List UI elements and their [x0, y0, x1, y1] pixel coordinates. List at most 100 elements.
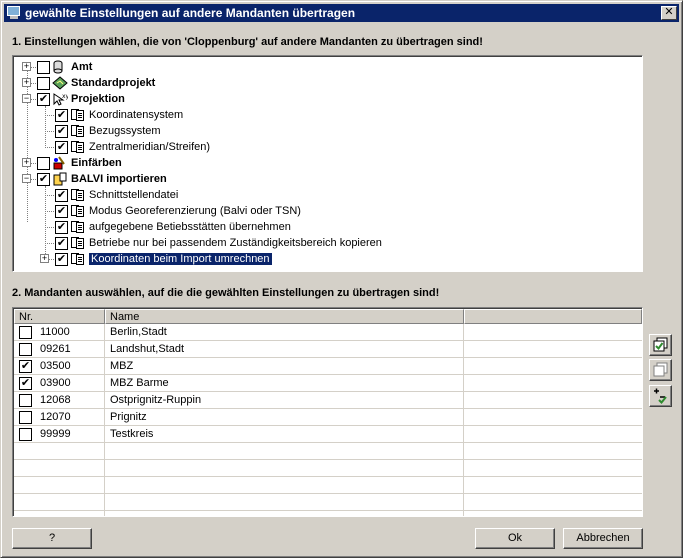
- cell-nr: [14, 476, 105, 494]
- table-row-empty: [14, 459, 642, 477]
- expand-icon[interactable]: +: [40, 254, 49, 263]
- cell-name: [105, 493, 464, 511]
- tree-item-checkbox[interactable]: ✔: [55, 140, 68, 154]
- row-checkbox[interactable]: [19, 342, 32, 356]
- tree-item[interactable]: ✔ BALVI importieren: [37, 171, 167, 187]
- tree-item[interactable]: ✔ Modus Georeferenzierung (Balvi oder TSN…: [55, 203, 301, 219]
- tree-item[interactable]: ✔ xy Projektion: [37, 91, 125, 107]
- tree-item-checkbox[interactable]: ✔: [55, 204, 68, 218]
- tree-item[interactable]: ✔ aufgegebene Betiebsstätten übernehmen: [55, 219, 291, 235]
- table-row-empty: [14, 476, 642, 494]
- cell-nr: 12068: [14, 391, 105, 409]
- expand-icon[interactable]: +: [22, 78, 31, 87]
- help-button[interactable]: ?: [12, 528, 92, 549]
- tree-item-checkbox[interactable]: ✔: [55, 108, 68, 122]
- projection-icon: xy: [52, 92, 70, 106]
- grid-header: Nr. Name: [14, 309, 642, 324]
- mandant-number: 03900: [40, 377, 71, 389]
- cell-extra: [464, 511, 642, 517]
- expand-icon[interactable]: +: [22, 158, 31, 167]
- import-icon: [52, 172, 68, 186]
- column-header-nr[interactable]: Nr.: [14, 309, 105, 324]
- title-bar[interactable]: gewählte Einstellungen auf andere Mandan…: [4, 4, 679, 22]
- mandant-name: Prignitz: [110, 411, 147, 423]
- collapse-icon[interactable]: −: [22, 94, 31, 103]
- tree-item-checkbox[interactable]: ✔: [55, 188, 68, 202]
- table-row[interactable]: 09261 Landshut,Stadt: [14, 340, 642, 358]
- row-checkbox[interactable]: [19, 393, 32, 407]
- tree-item[interactable]: ✔ Koordinaten beim Import umrechnen: [55, 251, 272, 267]
- tree-item-checkbox[interactable]: ✔: [55, 252, 68, 266]
- tree-item-checkbox[interactable]: [37, 60, 50, 74]
- mandanten-grid[interactable]: Nr. Name 11000 Berlin,Stadt 09261 Landshut,…: [12, 307, 643, 517]
- svg-text:xy: xy: [62, 93, 68, 100]
- tree-item[interactable]: ✔ Betriebe nur bei passendem Zuständigkei…: [55, 235, 382, 251]
- cell-nr: 11000: [14, 323, 105, 341]
- tree-item-checkbox[interactable]: [37, 76, 50, 90]
- cell-nr: [14, 459, 105, 477]
- cancel-button[interactable]: Abbrechen: [563, 528, 643, 549]
- tree-connector: [45, 195, 54, 196]
- cell-extra: [464, 443, 642, 460]
- table-row[interactable]: ✔ 03500 MBZ: [14, 357, 642, 375]
- row-checkbox[interactable]: ✔: [19, 359, 32, 373]
- document-icon: [70, 204, 86, 218]
- collapse-icon[interactable]: −: [22, 174, 31, 183]
- mandant-name: MBZ: [110, 360, 134, 372]
- table-row[interactable]: 11000 Berlin,Stadt: [14, 323, 642, 341]
- tree-item[interactable]: Standardprojekt: [37, 75, 155, 91]
- column-header-name[interactable]: Name: [105, 309, 464, 324]
- cell-extra: [464, 409, 642, 426]
- settings-tree[interactable]: + Amt + Standardprojekt − ✔ xy Projektion ✔ Koord…: [12, 55, 643, 272]
- cell-extra: [464, 477, 642, 494]
- tree-item[interactable]: ✔ Koordinatensystem: [55, 107, 183, 123]
- cell-name: [105, 476, 464, 494]
- cell-name: Prignitz: [105, 408, 464, 426]
- deselect-all-button[interactable]: [649, 359, 672, 381]
- tree-item-checkbox[interactable]: [37, 156, 50, 170]
- row-checkbox[interactable]: [19, 325, 32, 339]
- table-row[interactable]: ✔ 03900 MBZ Barme: [14, 374, 642, 392]
- tree-item-label: Koordinatensystem: [89, 109, 184, 121]
- table-row[interactable]: 12068 Ostprignitz-Ruppin: [14, 391, 642, 409]
- row-checkbox[interactable]: [19, 427, 32, 441]
- cell-name: [105, 459, 464, 477]
- tree-item-checkbox[interactable]: ✔: [55, 124, 68, 138]
- mandant-number: 09261: [40, 343, 71, 355]
- row-checkbox[interactable]: ✔: [19, 376, 32, 390]
- dialog-window: gewählte Einstellungen auf andere Mandan…: [0, 0, 683, 558]
- tree-item-label: Amt: [71, 61, 93, 73]
- mandant-number: 12070: [40, 411, 71, 423]
- cell-nr: 12070: [14, 408, 105, 426]
- cell-name: MBZ Barme: [105, 374, 464, 392]
- select-all-button[interactable]: [649, 334, 672, 356]
- document-icon: [70, 140, 86, 154]
- cell-nr: [14, 442, 105, 460]
- tree-item[interactable]: Einfärben: [37, 155, 122, 171]
- ok-button[interactable]: Ok: [475, 528, 555, 549]
- cell-name: Ostprignitz-Ruppin: [105, 391, 464, 409]
- mandant-number: 12068: [40, 394, 71, 406]
- row-checkbox[interactable]: [19, 410, 32, 424]
- expand-icon[interactable]: +: [22, 62, 31, 71]
- column-header-empty[interactable]: [464, 309, 642, 324]
- window-title: gewählte Einstellungen auf andere Mandan…: [25, 6, 356, 20]
- tree-item[interactable]: ✔ Bezugssystem: [55, 123, 161, 139]
- table-row[interactable]: 12070 Prignitz: [14, 408, 642, 426]
- cell-name: Berlin,Stadt: [105, 323, 464, 341]
- invert-selection-button[interactable]: [649, 385, 672, 407]
- close-button[interactable]: ✕: [661, 6, 677, 20]
- section-2-label: 2. Mandanten auswählen, auf die die gewä…: [12, 287, 440, 299]
- tree-item-checkbox[interactable]: ✔: [55, 236, 68, 250]
- table-row[interactable]: 99999 Testkreis: [14, 425, 642, 443]
- tree-item[interactable]: Amt: [37, 59, 92, 75]
- tree-item-checkbox[interactable]: ✔: [37, 92, 50, 106]
- cell-nr: [14, 510, 105, 516]
- cell-extra: [464, 494, 642, 511]
- cell-nr: ✔ 03500: [14, 357, 105, 375]
- cell-name: [105, 442, 464, 460]
- tree-item[interactable]: ✔ Schnittstellendatei: [55, 187, 178, 203]
- tree-item[interactable]: ✔ Zentralmeridian/Streifen): [55, 139, 210, 155]
- tree-item-checkbox[interactable]: ✔: [37, 172, 50, 186]
- tree-item-checkbox[interactable]: ✔: [55, 220, 68, 234]
